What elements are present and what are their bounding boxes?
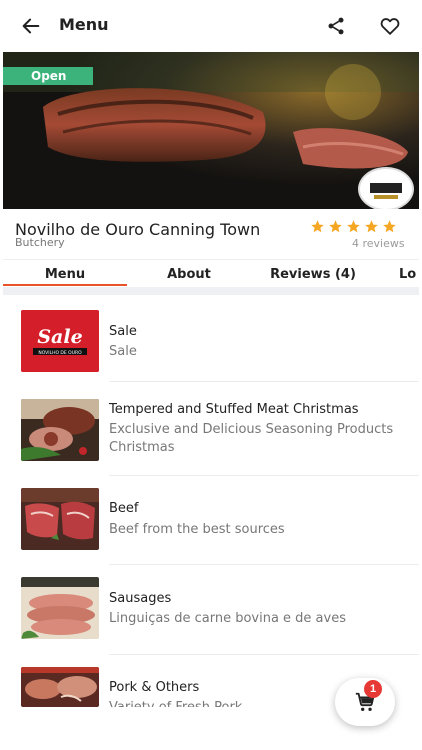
- pork-thumbnail: [21, 667, 99, 707]
- favorite-button[interactable]: [370, 6, 410, 46]
- star-icon: [365, 220, 378, 233]
- list-item[interactable]: Beef Beef from the best sources: [3, 477, 419, 567]
- beef-thumbnail: [21, 488, 99, 550]
- tab-location[interactable]: Lo: [399, 260, 419, 288]
- share-button[interactable]: [316, 6, 356, 46]
- item-description: Sale: [109, 344, 137, 359]
- reviews-count[interactable]: 4 reviews: [352, 237, 405, 250]
- item-title: Sausages: [109, 591, 172, 606]
- top-bar: Menu: [3, 0, 419, 52]
- store-logo: [358, 167, 414, 209]
- divider: [109, 475, 419, 476]
- active-tab-indicator: [3, 284, 127, 286]
- cart-count-badge: 1: [364, 680, 382, 698]
- divider: [109, 564, 419, 565]
- sale-thumbnail: Sale NOVILHO DE OURO: [21, 310, 99, 372]
- page-title: Menu: [59, 15, 109, 34]
- sale-thumb-word: Sale: [37, 326, 82, 348]
- list-item[interactable]: Sausages Linguiças de carne bovina e de …: [3, 567, 419, 657]
- star-icon: [329, 220, 342, 233]
- item-title: Tempered and Stuffed Meat Christmas: [109, 402, 359, 417]
- sale-thumb-sub: NOVILHO DE OURO: [38, 350, 82, 356]
- star-icon: [311, 220, 324, 233]
- item-title: Beef: [109, 501, 139, 516]
- back-button[interactable]: [11, 6, 51, 46]
- store-rating: [310, 219, 397, 234]
- app-frame: Menu Open Novilho de Ouro Canning Town B…: [3, 0, 419, 750]
- tab-reviews[interactable]: Reviews (4): [251, 260, 375, 288]
- christmas-meat-thumbnail: [21, 399, 99, 461]
- list-item[interactable]: Tempered and Stuffed Meat Christmas Excl…: [3, 385, 419, 477]
- item-description: Exclusive and Delicious Seasoning Produc…: [109, 422, 394, 455]
- tab-about[interactable]: About: [127, 260, 251, 288]
- store-category: Butchery: [15, 236, 65, 249]
- sausages-thumbnail: [21, 577, 99, 639]
- arrow-left-icon: [22, 18, 40, 34]
- item-description: Linguiças de carne bovina e de aves: [109, 611, 346, 626]
- star-icon: [383, 220, 396, 233]
- item-title: Sale: [109, 324, 137, 339]
- item-title: Pork & Others: [109, 680, 200, 695]
- divider: [109, 654, 419, 655]
- item-description: Beef from the best sources: [109, 522, 285, 537]
- open-status-badge: Open: [3, 67, 93, 85]
- section-divider: [3, 287, 419, 295]
- store-cover-image: Open: [3, 52, 419, 209]
- divider: [109, 381, 419, 382]
- list-item[interactable]: Sale NOVILHO DE OURO Sale Sale: [3, 295, 419, 385]
- star-icon: [347, 220, 360, 233]
- share-icon: [328, 17, 344, 35]
- heart-outline-icon: [380, 18, 400, 35]
